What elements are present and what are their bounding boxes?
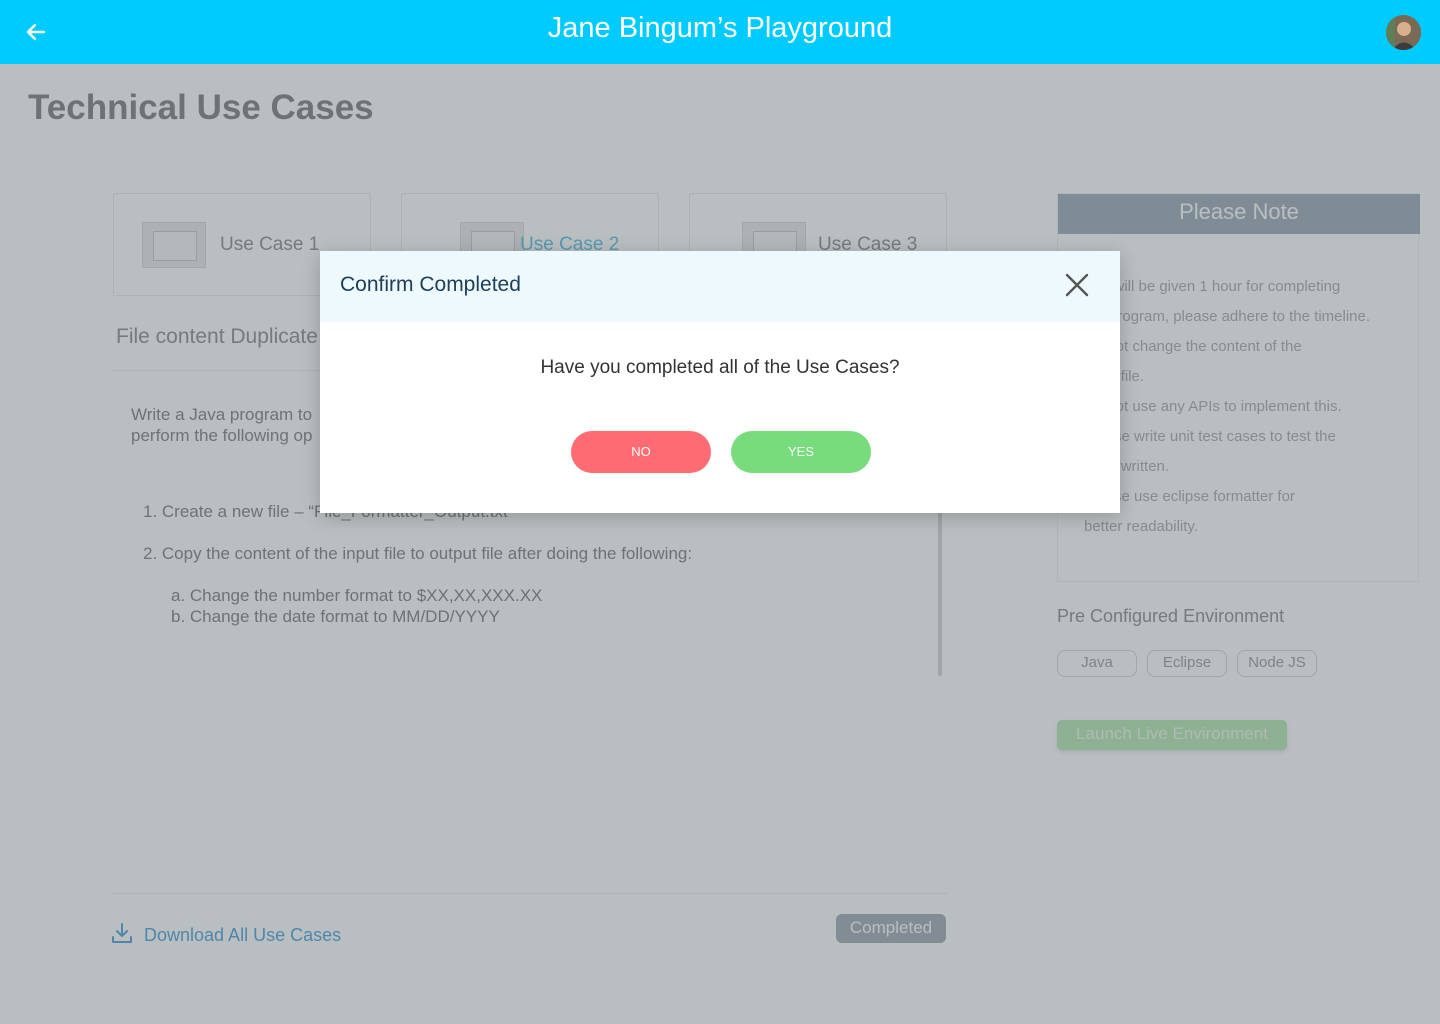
no-button[interactable]: NO: [571, 431, 711, 473]
top-bar: Jane Bingum’s Playground: [0, 0, 1440, 64]
yes-button[interactable]: YES: [731, 431, 871, 473]
confirm-dialog: Confirm Completed Have you completed all…: [320, 251, 1120, 513]
modal-backdrop[interactable]: [0, 64, 1440, 1024]
user-avatar[interactable]: [1386, 15, 1421, 50]
app-title: Jane Bingum’s Playground: [547, 12, 893, 44]
dialog-title: Confirm Completed: [340, 273, 521, 296]
close-icon[interactable]: [1064, 272, 1090, 298]
dialog-question: Have you completed all of the Use Cases?: [540, 357, 900, 378]
dialog-header: Confirm Completed: [320, 251, 1120, 322]
